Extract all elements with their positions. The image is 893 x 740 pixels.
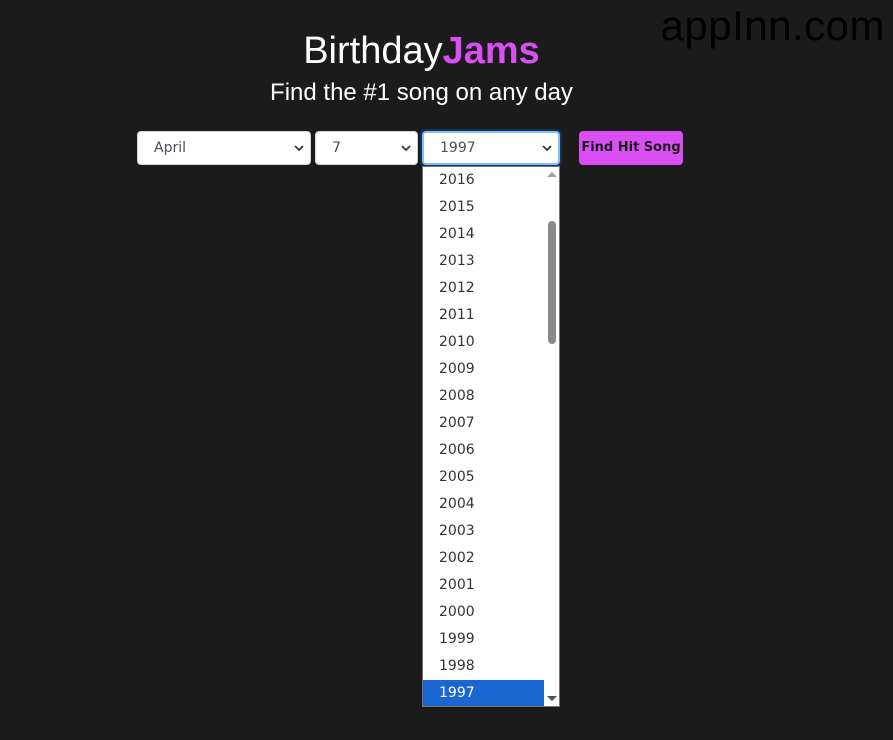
page: appInn.com BirthdayJams Find the #1 song…: [0, 0, 893, 740]
year-option[interactable]: 2011: [423, 302, 544, 329]
year-option[interactable]: 1999: [423, 626, 544, 653]
year-option[interactable]: 1997: [423, 680, 544, 706]
title-accent: Jams: [442, 30, 540, 72]
year-option[interactable]: 2014: [423, 221, 544, 248]
year-option[interactable]: 2010: [423, 329, 544, 356]
year-select[interactable]: 1997: [422, 131, 560, 165]
scroll-up-arrow-icon[interactable]: [547, 172, 557, 177]
year-option[interactable]: 2012: [423, 275, 544, 302]
year-option[interactable]: 2009: [423, 356, 544, 383]
year-option[interactable]: 2000: [423, 599, 544, 626]
year-options: 2016 2015 2014 2013 2012 2011 2010 2009 2008 2007…: [423, 167, 544, 706]
year-option[interactable]: 2008: [423, 383, 544, 410]
app-title: BirthdayJams: [0, 30, 843, 73]
year-select-value: 1997: [440, 140, 476, 156]
scroll-down-arrow-icon[interactable]: [547, 696, 557, 701]
chevron-down-icon: [542, 145, 552, 152]
dropdown-scrollbar[interactable]: [544, 167, 559, 706]
year-option[interactable]: 2016: [423, 167, 544, 194]
month-select-value: April: [154, 140, 186, 156]
year-option[interactable]: 1998: [423, 653, 544, 680]
year-option[interactable]: 2015: [423, 194, 544, 221]
chevron-down-icon: [401, 145, 411, 152]
scrollbar-thumb[interactable]: [548, 221, 556, 344]
day-select[interactable]: 7: [315, 131, 418, 165]
year-option[interactable]: 2005: [423, 464, 544, 491]
chevron-down-icon: [294, 145, 304, 152]
find-hit-song-button[interactable]: Find Hit Song: [579, 131, 683, 165]
year-dropdown-list: 2016 2015 2014 2013 2012 2011 2010 2009 2008 2007…: [422, 166, 560, 707]
day-select-value: 7: [332, 140, 341, 156]
year-option[interactable]: 2007: [423, 410, 544, 437]
year-option[interactable]: 2004: [423, 491, 544, 518]
page-subtitle: Find the #1 song on any day: [270, 79, 573, 106]
year-option[interactable]: 2001: [423, 572, 544, 599]
title-main: Birthday: [303, 30, 443, 72]
year-option[interactable]: 2013: [423, 248, 544, 275]
year-option[interactable]: 2006: [423, 437, 544, 464]
year-option[interactable]: 2003: [423, 518, 544, 545]
year-option[interactable]: 2002: [423, 545, 544, 572]
month-select[interactable]: April: [137, 131, 311, 165]
